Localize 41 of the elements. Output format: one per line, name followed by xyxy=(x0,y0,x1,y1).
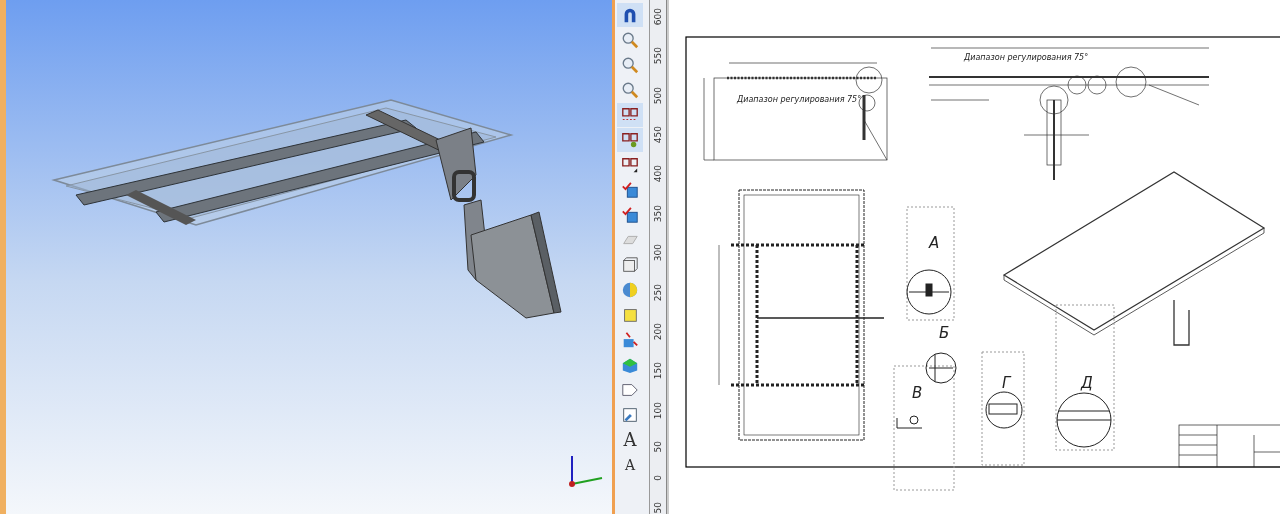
ruler-label: 100 xyxy=(653,401,663,419)
dimension-note: Диапазон регулирования 75° xyxy=(737,95,862,104)
ruler-label: 400 xyxy=(653,165,663,183)
ruler-label: 0 xyxy=(653,474,663,481)
detail-circle-drawing xyxy=(985,391,1023,429)
detail-circle-drawing xyxy=(906,269,952,315)
view-label: Б xyxy=(939,324,950,342)
square-icon xyxy=(621,306,639,324)
detail-circle-drawing xyxy=(896,415,923,429)
view-label: Д xyxy=(1081,374,1093,392)
tool-button[interactable]: A xyxy=(617,428,643,452)
ruler-label: 150 xyxy=(653,362,663,380)
zoom-icon xyxy=(621,81,639,99)
tool-button[interactable] xyxy=(617,103,643,127)
check-cube-icon xyxy=(621,206,639,224)
view-label: А xyxy=(929,234,940,252)
ruler-label: 200 xyxy=(653,322,663,341)
dimension-note: Диапазон регулирования 75° xyxy=(964,53,1089,62)
zoom-icon xyxy=(621,56,639,74)
tool-button[interactable] xyxy=(617,128,643,152)
ruler-label: 600 xyxy=(653,8,663,26)
cube-face-icon xyxy=(621,356,639,374)
ruler-label: 550 xyxy=(653,47,663,65)
ruler-label: 250 xyxy=(653,283,663,301)
detail-circle-drawing xyxy=(1056,392,1112,448)
check-cube-icon xyxy=(621,181,639,199)
cube-frame-icon xyxy=(621,256,639,274)
view-label: В xyxy=(912,384,923,402)
ruler-label: 50 xyxy=(653,440,663,453)
view-label: Г xyxy=(1002,374,1011,392)
ruler-label: 300 xyxy=(653,244,663,262)
tool-button[interactable]: A xyxy=(617,453,643,477)
tool-button[interactable] xyxy=(617,3,643,27)
ruler-label: 50 xyxy=(653,502,663,514)
ruler-label: 500 xyxy=(653,86,663,104)
ruler-label: 350 xyxy=(653,204,663,222)
ruler-label: 450 xyxy=(653,126,663,144)
zoom-icon xyxy=(621,31,639,49)
detail-circle-drawing xyxy=(925,352,957,384)
3d-viewport[interactable] xyxy=(0,0,615,514)
sphere-icon xyxy=(621,281,639,299)
